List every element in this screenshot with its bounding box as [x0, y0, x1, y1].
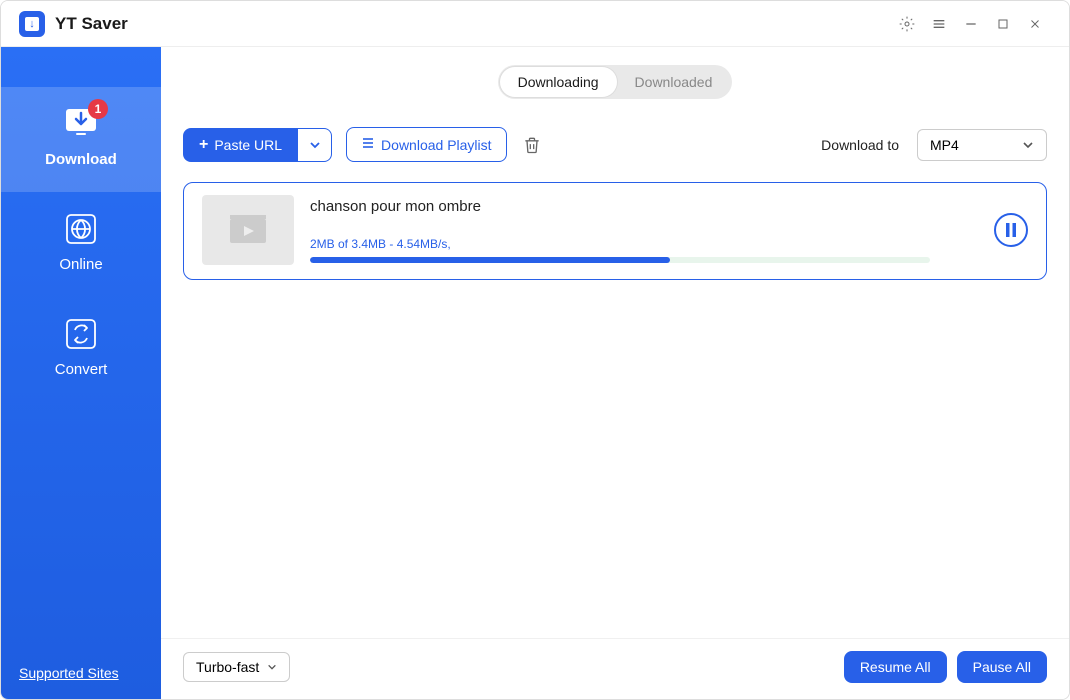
convert-icon	[62, 315, 100, 353]
trash-button[interactable]	[521, 134, 543, 156]
titlebar: ↓ YT Saver	[1, 1, 1069, 47]
paste-url-label: Paste URL	[214, 137, 282, 153]
download-arrow-icon: ↓	[25, 17, 39, 31]
progress-fill	[310, 257, 670, 263]
sidebar-item-label: Online	[59, 256, 102, 273]
globe-icon	[62, 210, 100, 248]
sidebar-item-online[interactable]: Online	[1, 192, 161, 297]
download-progress-text: 2MB of 3.4MB - 4.54MB/s,	[310, 237, 948, 251]
chevron-down-icon	[1022, 139, 1034, 151]
resume-all-button[interactable]: Resume All	[844, 651, 947, 683]
download-playlist-label: Download Playlist	[381, 137, 492, 153]
progress-bar	[310, 257, 930, 263]
download-playlist-button[interactable]: Download Playlist	[346, 127, 507, 162]
download-count-badge: 1	[88, 99, 108, 119]
minimize-icon[interactable]	[955, 8, 987, 40]
speed-select[interactable]: Turbo-fast	[183, 652, 290, 682]
sidebar-item-download[interactable]: 1 Download	[1, 87, 161, 192]
footer: Turbo-fast Resume All Pause All	[161, 638, 1069, 699]
chevron-down-icon	[309, 139, 321, 151]
speed-value: Turbo-fast	[196, 659, 259, 675]
paste-url-group: + Paste URL	[183, 128, 332, 162]
download-title: chanson pour mon ombre	[310, 198, 948, 215]
app-logo: ↓	[19, 11, 45, 37]
toolbar: + Paste URL Download Playlist	[161, 107, 1069, 176]
download-icon: 1	[62, 105, 100, 143]
app-window: ↓ YT Saver 1 Download	[0, 0, 1070, 700]
list-icon	[361, 136, 375, 153]
tabs: Downloading Downloaded	[498, 65, 733, 99]
app-title: YT Saver	[55, 14, 128, 34]
settings-icon[interactable]	[891, 8, 923, 40]
sidebar: 1 Download Online Convert Supported Site…	[1, 47, 161, 699]
plus-icon: +	[199, 136, 208, 154]
paste-url-button[interactable]: + Paste URL	[183, 128, 298, 162]
tab-downloading[interactable]: Downloading	[500, 67, 617, 97]
supported-sites-link[interactable]: Supported Sites	[1, 647, 161, 699]
format-value: MP4	[930, 137, 959, 153]
pause-button[interactable]	[994, 213, 1028, 247]
sidebar-item-convert[interactable]: Convert	[1, 297, 161, 402]
video-placeholder-icon	[228, 213, 268, 247]
download-to-label: Download to	[821, 137, 899, 153]
trash-icon	[522, 135, 542, 155]
maximize-icon[interactable]	[987, 8, 1019, 40]
sidebar-item-label: Convert	[55, 361, 108, 378]
close-icon[interactable]	[1019, 8, 1051, 40]
paste-url-dropdown[interactable]	[298, 128, 332, 162]
tab-downloaded[interactable]: Downloaded	[617, 67, 731, 97]
pause-icon	[1005, 223, 1017, 237]
pause-all-button[interactable]: Pause All	[957, 651, 1047, 683]
video-thumbnail	[202, 195, 294, 265]
format-select[interactable]: MP4	[917, 129, 1047, 161]
main-panel: Downloading Downloaded + Paste URL	[161, 47, 1069, 699]
chevron-down-icon	[267, 662, 277, 672]
menu-icon[interactable]	[923, 8, 955, 40]
download-card: chanson pour mon ombre 2MB of 3.4MB - 4.…	[183, 182, 1047, 280]
sidebar-item-label: Download	[45, 151, 117, 168]
